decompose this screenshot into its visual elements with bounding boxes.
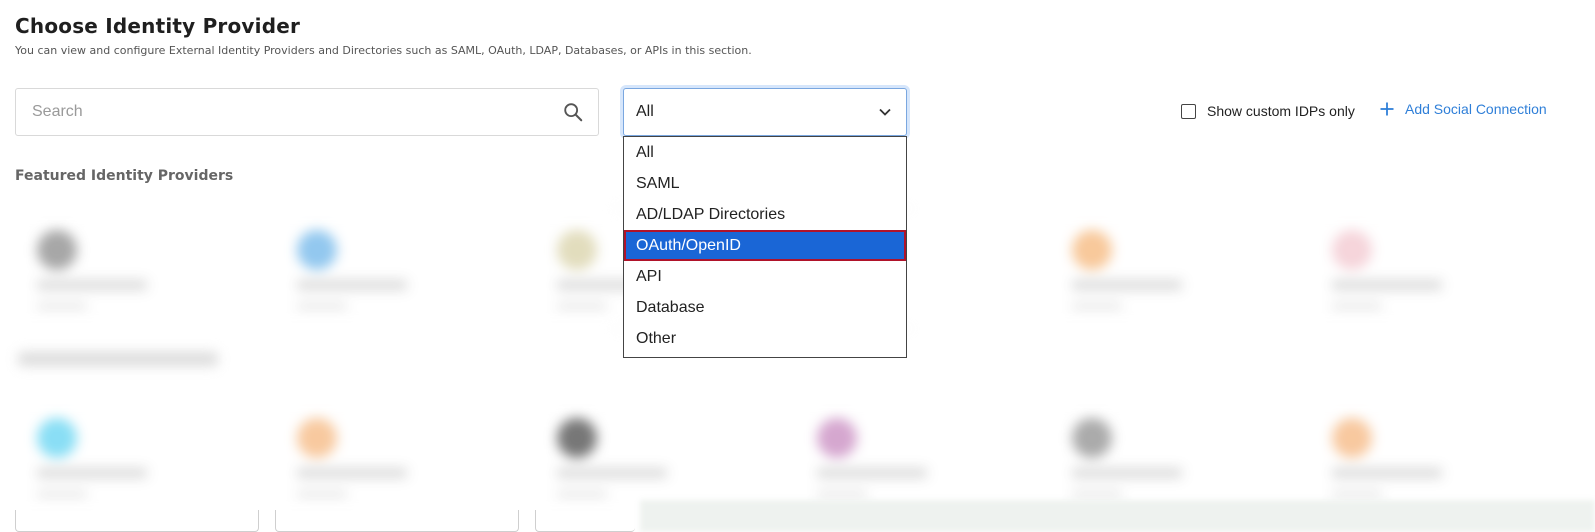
chevron-down-icon [879, 108, 891, 116]
card-border [15, 510, 259, 532]
idp-type-select[interactable]: All [623, 88, 907, 136]
dropdown-option-all[interactable]: All [624, 137, 906, 168]
featured-section-heading: Featured Identity Providers [15, 168, 234, 184]
dropdown-option-api[interactable]: API [624, 261, 906, 292]
bottom-strip [640, 500, 1595, 532]
dropdown-option-saml[interactable]: SAML [624, 168, 906, 199]
idp-type-dropdown: All SAML AD/LDAP Directories OAuth/OpenI… [623, 136, 907, 358]
add-social-connection-label: Add Social Connection [1405, 101, 1547, 117]
dropdown-option-oauth-openid[interactable]: OAuth/OpenID [624, 230, 906, 261]
search-box [15, 88, 599, 136]
provider-card [15, 400, 245, 515]
custom-idps-toggle[interactable]: Show custom IDPs only [1181, 103, 1355, 119]
page-subtitle: You can view and configure External Iden… [15, 44, 752, 57]
card-border [535, 510, 635, 532]
provider-card [795, 400, 1025, 515]
provider-card [1050, 212, 1280, 327]
checkbox-icon[interactable] [1181, 103, 1196, 119]
provider-card [1310, 212, 1540, 327]
add-social-connection-button[interactable]: Add Social Connection [1379, 101, 1547, 117]
search-icon[interactable] [562, 101, 584, 123]
card-border [275, 510, 519, 532]
blurred-section-heading [18, 352, 218, 366]
dropdown-option-ad-ldap[interactable]: AD/LDAP Directories [624, 199, 906, 230]
provider-card [1050, 400, 1280, 515]
select-value: All [636, 103, 654, 120]
provider-card [275, 212, 505, 327]
plus-icon [1380, 102, 1394, 116]
custom-idps-label: Show custom IDPs only [1207, 103, 1355, 119]
provider-card [1310, 400, 1540, 515]
provider-card [275, 400, 505, 515]
search-input[interactable] [32, 89, 552, 135]
dropdown-option-database[interactable]: Database [624, 292, 906, 323]
provider-card [15, 212, 245, 327]
dropdown-option-other[interactable]: Other [624, 323, 906, 354]
page-title: Choose Identity Provider [15, 14, 301, 38]
provider-card [535, 400, 765, 515]
